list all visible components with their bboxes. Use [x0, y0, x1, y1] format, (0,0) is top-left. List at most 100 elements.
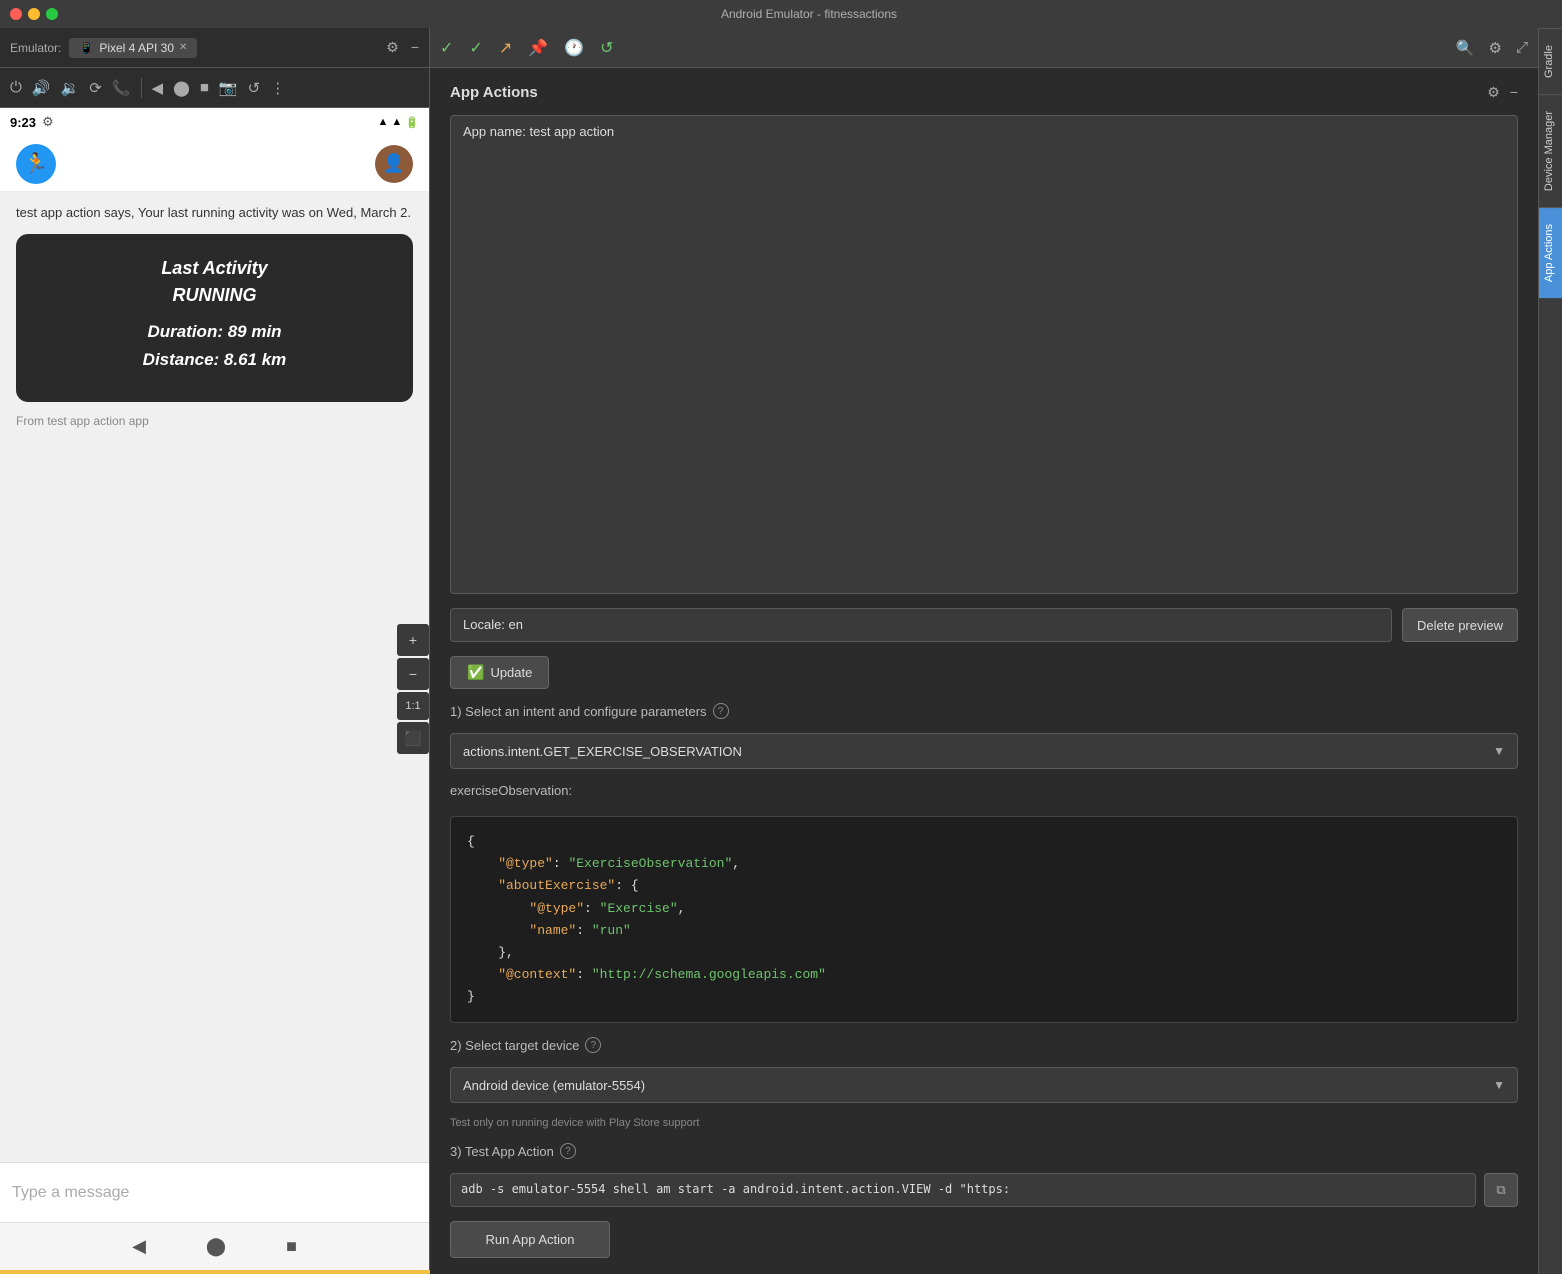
device-dropdown-arrow: ▼	[1493, 1078, 1505, 1092]
json-editor[interactable]: { "@type": "ExerciseObservation", "about…	[450, 816, 1518, 1023]
panel-minimize-icon[interactable]: −	[1510, 84, 1518, 101]
activity-title: Last Activity	[40, 258, 389, 279]
home-circle-icon[interactable]: ⬤	[173, 79, 190, 97]
device-tab-label: Pixel 4 API 30	[99, 41, 174, 55]
close-button[interactable]	[10, 8, 22, 20]
settings-icon[interactable]: ⚙	[386, 39, 399, 56]
nav-home-icon[interactable]: ⬤	[206, 1236, 226, 1257]
locale-field[interactable]: Locale: en	[450, 608, 1392, 642]
delete-preview-button[interactable]: Delete preview	[1402, 608, 1518, 642]
adb-command-field[interactable]: adb -s emulator-5554 shell am start -a a…	[450, 1173, 1476, 1207]
device-tab[interactable]: 📱 Pixel 4 API 30 ✕	[69, 38, 197, 58]
phone-status-icons: ▲ ▲ 🔋	[378, 116, 419, 129]
copy-command-button[interactable]: ⧉	[1484, 1173, 1518, 1207]
phone-icon[interactable]: 📞	[112, 79, 131, 97]
emulator-actions: ⏻ 🔊 🔉 ⟳ 📞 ◀ ⬤ ■ 📷 ↺ ⋮	[0, 68, 429, 108]
sidebar-tab-gradle[interactable]: Gradle	[1539, 28, 1562, 94]
panel-title: App Actions	[450, 84, 538, 101]
phone-nav-bar: ◀ ⬤ ■	[0, 1222, 429, 1270]
update-button-label: Update	[490, 665, 532, 680]
right-sidebar: Gradle Device Manager App Actions	[1538, 28, 1562, 1274]
expand-icon[interactable]: ⤢	[1516, 39, 1528, 57]
zoom-in-button[interactable]: +	[397, 624, 429, 656]
more-options-icon[interactable]: ⋮	[270, 79, 285, 97]
emulator-toolbar: Emulator: 📱 Pixel 4 API 30 ✕ ⚙ −	[0, 28, 429, 68]
search-icon[interactable]: 🔍	[1456, 39, 1475, 57]
maximize-button[interactable]	[46, 8, 58, 20]
notification-text: test app action says, Your last running …	[16, 204, 413, 222]
intent-dropdown-value: actions.intent.GET_EXERCISE_OBSERVATION	[463, 744, 742, 759]
refresh-icon[interactable]: ↺	[600, 38, 613, 58]
sidebar-tab-app-actions[interactable]: App Actions	[1539, 207, 1562, 298]
panel-content: App Actions ⚙ − App name: test app actio…	[430, 68, 1538, 1274]
panel-header-toolbar: ✓ ✓ ↗ 📌 🕐 ↺ 🔍 ⚙ ⤢	[430, 28, 1538, 68]
emulator-label: Emulator:	[10, 41, 61, 55]
user-avatar: 👤	[375, 145, 413, 183]
header-right-icons: 🔍 ⚙ ⤢	[1456, 39, 1528, 57]
app-name-field[interactable]: App name: test app action	[450, 115, 1518, 594]
clock-icon[interactable]: 🕐	[564, 38, 584, 58]
device-icon: 📱	[79, 41, 94, 55]
locale-row: Locale: en Delete preview	[450, 608, 1518, 642]
status-settings-icon: ⚙	[42, 114, 54, 130]
yellow-indicator-bar	[0, 1270, 430, 1274]
volume-up-icon[interactable]: 🔊	[32, 79, 51, 97]
checkmark2-icon[interactable]: ✓	[469, 38, 482, 58]
json-line7: "@context": "http://schema.googleapis.co…	[467, 964, 1501, 986]
power-icon[interactable]: ⏻	[10, 79, 22, 96]
minimize-button[interactable]	[28, 8, 40, 20]
rotate-icon[interactable]: ⟳	[89, 79, 102, 97]
panel-settings-icon[interactable]: ⚙	[1487, 84, 1500, 101]
stop-square-icon[interactable]: ■	[200, 79, 209, 96]
minus-icon[interactable]: −	[411, 39, 419, 56]
update-button[interactable]: ✅ Update	[450, 656, 549, 689]
section1-text: 1) Select an intent and configure parame…	[450, 704, 707, 719]
section2-help-icon[interactable]: ?	[585, 1037, 601, 1053]
emulator-toolbar-icons: ⚙ −	[386, 39, 419, 56]
app-icon: 🏃	[16, 144, 56, 184]
emulator-panel: Emulator: 📱 Pixel 4 API 30 ✕ ⚙ − ⏻ 🔊 🔉 ⟳…	[0, 28, 430, 1274]
nav-back-icon[interactable]: ◀	[132, 1236, 146, 1257]
back-arrow-icon[interactable]: ◀	[152, 79, 164, 97]
intent-dropdown[interactable]: actions.intent.GET_EXERCISE_OBSERVATION …	[450, 733, 1518, 769]
device-hint-text: Test only on running device with Play St…	[450, 1117, 1518, 1129]
intent-dropdown-arrow: ▼	[1493, 744, 1505, 758]
run-app-action-button[interactable]: Run App Action	[450, 1221, 610, 1258]
camera-icon[interactable]: 📷	[219, 79, 238, 97]
nav-square-icon[interactable]: ■	[286, 1236, 297, 1257]
checkmark-icon[interactable]: ✓	[440, 38, 453, 58]
close-tab-button[interactable]: ✕	[179, 42, 187, 53]
section1-help-icon[interactable]: ?	[713, 703, 729, 719]
phone-status-bar: 9:23 ⚙ ▲ ▲ 🔋	[0, 108, 429, 136]
json-line2: "@type": "ExerciseObservation",	[467, 853, 1501, 875]
device-dropdown[interactable]: Android device (emulator-5554) ▼	[450, 1067, 1518, 1103]
screen-size-button[interactable]: ⬛	[397, 722, 429, 754]
panel-title-icons: ⚙ −	[1487, 84, 1518, 101]
message-input-area[interactable]: Type a message	[0, 1162, 429, 1222]
message-placeholder: Type a message	[12, 1184, 129, 1202]
window-title: Android Emulator - fitnessactions	[66, 7, 1552, 21]
wifi-icon: ▲	[378, 116, 389, 128]
app-name-value: App name: test app action	[463, 124, 614, 139]
zoom-controls: + − 1:1 ⬛	[397, 624, 429, 754]
activity-type: RUNNING	[40, 285, 389, 306]
phone-screen: 9:23 ⚙ ▲ ▲ 🔋 🏃 👤 test app action	[0, 108, 429, 1270]
activity-distance: Distance: 8.61 km	[40, 350, 389, 370]
phone-app-bar: 🏃 👤	[0, 136, 429, 192]
section2-text: 2) Select target device	[450, 1038, 579, 1053]
section3-help-icon[interactable]: ?	[560, 1143, 576, 1159]
section3-text: 3) Test App Action	[450, 1144, 554, 1159]
volume-down-icon[interactable]: 🔉	[61, 79, 80, 97]
zoom-out-button[interactable]: −	[397, 658, 429, 690]
undo-icon[interactable]: ↺	[248, 79, 261, 97]
phone-content: test app action says, Your last running …	[0, 192, 429, 1162]
signal-icon: ▲	[391, 116, 402, 128]
section1-label: 1) Select an intent and configure parame…	[450, 703, 1518, 719]
pin-icon[interactable]: 📌	[528, 38, 548, 58]
arrow-up-icon[interactable]: ↗	[499, 38, 512, 58]
update-check-icon: ✅	[467, 664, 484, 681]
sidebar-tab-device-manager[interactable]: Device Manager	[1539, 94, 1562, 207]
header-settings-icon[interactable]: ⚙	[1489, 39, 1502, 57]
section3-label: 3) Test App Action ?	[450, 1143, 1518, 1159]
title-bar: Android Emulator - fitnessactions	[0, 0, 1562, 28]
